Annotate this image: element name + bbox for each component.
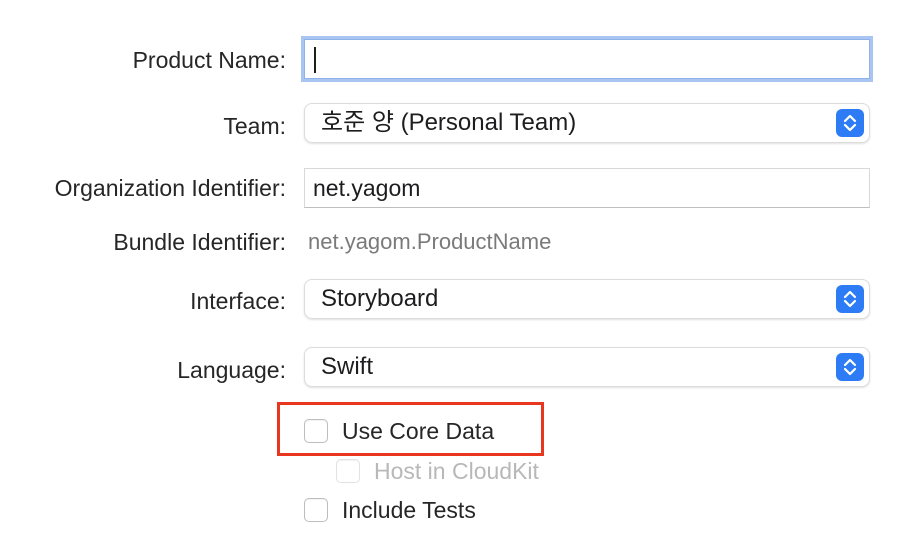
team-label: Team: [223,113,286,139]
host-in-cloudkit-label: Host in CloudKit [374,458,539,484]
chevron-up-down-icon [836,353,864,381]
language-label: Language: [177,357,286,383]
include-tests-checkbox[interactable] [304,498,328,522]
interface-selected-value: Storyboard [321,285,439,312]
chevron-up-down-icon [836,285,864,313]
chevron-up-down-icon [836,109,864,137]
language-popup[interactable]: Swift [304,347,870,387]
include-tests-label[interactable]: Include Tests [342,496,476,524]
language-selected-value: Swift [321,353,374,380]
product-name-label: Product Name: [132,47,286,73]
interface-popup[interactable]: Storyboard [304,279,870,319]
bundle-identifier-label: Bundle Identifier: [113,229,286,255]
team-selected-value: 호준 양 (Personal Team) [321,109,577,136]
highlight-annotation [277,402,544,456]
organization-identifier-label: Organization Identifier: [54,175,286,201]
organization-identifier-input[interactable]: net.yagom [304,168,870,208]
interface-label: Interface: [190,288,286,314]
host-in-cloudkit-checkbox [336,459,360,483]
team-popup[interactable]: 호준 양 (Personal Team) [304,103,870,143]
organization-identifier-value: net.yagom [313,175,421,201]
bundle-identifier-value: net.yagom.ProductName [308,229,552,254]
product-name-input[interactable] [304,39,870,79]
text-caret [314,47,316,73]
